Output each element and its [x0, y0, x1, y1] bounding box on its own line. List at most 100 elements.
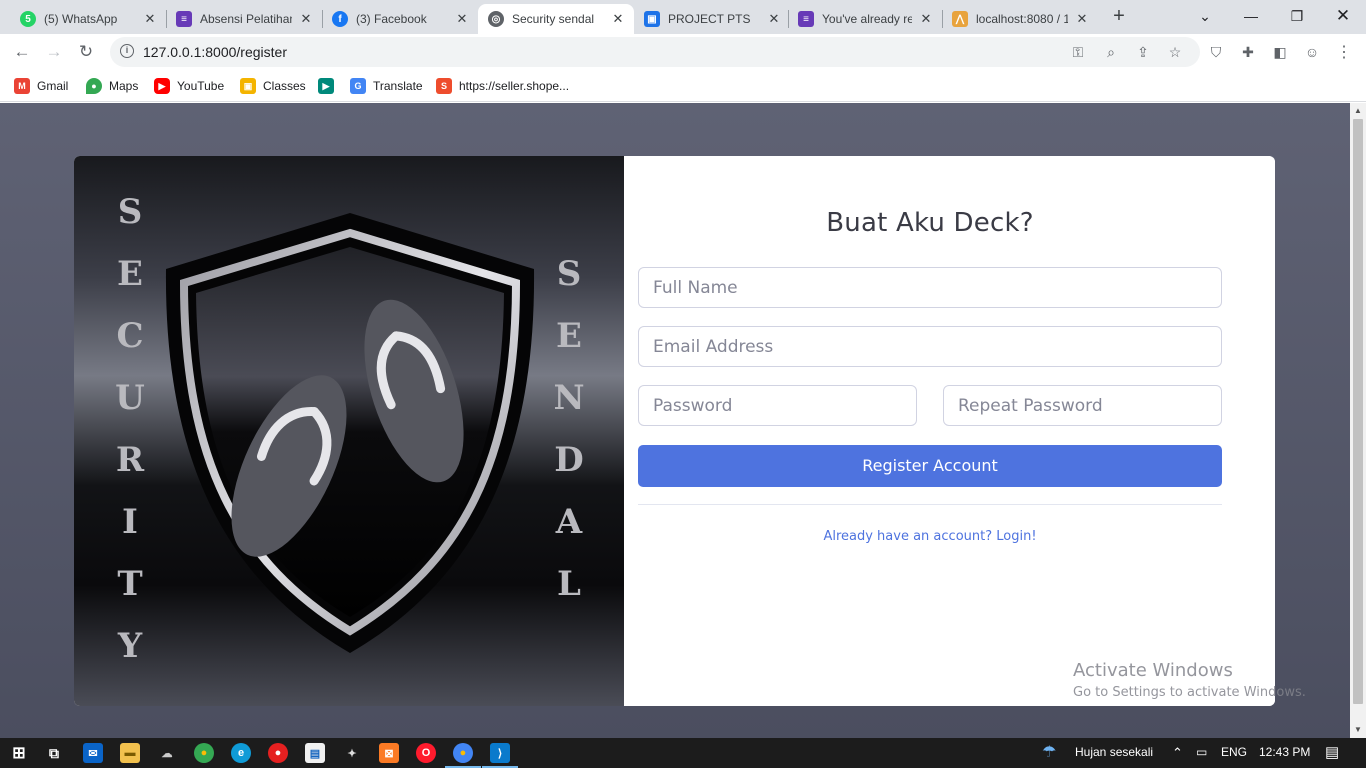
brand-letter: R: [115, 440, 145, 480]
watermark-title: Activate Windows: [1073, 660, 1233, 681]
restore-button[interactable]: ❐: [1274, 0, 1320, 32]
recorder-icon[interactable]: ●: [268, 743, 288, 763]
scroll-up-arrow-icon[interactable]: ▲: [1350, 104, 1366, 118]
facebook-icon: f: [332, 11, 348, 27]
scroll-down-arrow-icon[interactable]: ▼: [1350, 723, 1366, 737]
login-link-text[interactable]: Already have an account? Login!: [823, 529, 1036, 544]
chrome-icon[interactable]: ●: [194, 743, 214, 763]
bookmark-maps[interactable]: ● Maps: [86, 76, 138, 96]
notes-app-icon[interactable]: ▤: [305, 743, 325, 763]
weather-icon[interactable]: ☂: [1042, 742, 1056, 762]
maps-icon: ●: [86, 78, 102, 94]
bookmark-label: Classes: [263, 79, 306, 93]
vscode-icon[interactable]: ⟩: [490, 743, 510, 763]
phpmyadmin-icon: ⋀: [952, 11, 968, 27]
minimize-button[interactable]: —: [1228, 0, 1274, 32]
mail-app-icon[interactable]: ✉: [83, 743, 103, 763]
new-tab-button[interactable]: +: [1108, 6, 1130, 28]
close-icon[interactable]: ✕: [610, 11, 626, 27]
site-info-icon[interactable]: i: [120, 44, 134, 58]
tab-title: (5) WhatsApp: [44, 12, 118, 26]
register-card: S E C U R I T Y S E N D A L Buat Aku Dec…: [74, 156, 1275, 706]
forms-icon: ≡: [176, 11, 192, 27]
tab-forms-response[interactable]: ≡ You've already re ✕: [788, 4, 942, 34]
tab-search-button[interactable]: ⌄: [1182, 0, 1228, 32]
share-icon[interactable]: ⇪: [1133, 42, 1153, 62]
close-icon[interactable]: ✕: [766, 11, 782, 27]
bookmark-classes[interactable]: ▣ Classes: [240, 76, 306, 96]
app-icon[interactable]: ☁: [157, 743, 177, 763]
task-view-icon[interactable]: ⧉: [44, 743, 64, 763]
url-text[interactable]: 127.0.0.1:8000/register: [143, 44, 287, 60]
zoom-icon[interactable]: ⌕: [1101, 42, 1121, 62]
forward-button[interactable]: →: [40, 38, 68, 66]
tab-absensi[interactable]: ≡ Absensi Pelatihan ✕: [166, 4, 322, 34]
tab-project-pts[interactable]: ▣ PROJECT PTS ✕: [634, 4, 790, 34]
chevron-up-icon[interactable]: ⌃: [1172, 745, 1183, 761]
register-account-button[interactable]: Register Account: [638, 445, 1222, 487]
bookmark-translate[interactable]: G Translate: [350, 76, 423, 96]
tab-security-sendal[interactable]: ◎ Security sendal ✕: [478, 4, 634, 34]
brand-letter: E: [556, 316, 582, 356]
close-icon[interactable]: ✕: [142, 11, 158, 27]
activate-windows-watermark: Activate Windows Go to Settings to activ…: [1073, 660, 1306, 700]
brand-letter: D: [554, 440, 584, 480]
bookmark-label: https://seller.shope...: [459, 79, 570, 93]
profile-avatar-icon[interactable]: ☺: [1301, 41, 1323, 63]
side-panel-icon[interactable]: ◧: [1269, 41, 1291, 63]
scrollbar-thumb[interactable]: [1353, 119, 1363, 704]
close-icon[interactable]: ✕: [298, 11, 314, 27]
brand-letter: A: [555, 502, 583, 542]
bookmark-youtube[interactable]: ▶ YouTube: [154, 76, 224, 96]
shield-extension-icon[interactable]: ⛉: [1205, 41, 1227, 63]
password-input[interactable]: [638, 385, 917, 426]
weather-text[interactable]: Hujan sesekali: [1075, 745, 1153, 759]
reload-button[interactable]: ↻: [72, 38, 100, 66]
media-app-icon[interactable]: ✦: [342, 743, 362, 763]
register-form-panel: Buat Aku Deck? Register Account Already …: [624, 156, 1275, 706]
bookmark-shopee[interactable]: S https://seller.shope...: [436, 76, 569, 96]
tab-title: Absensi Pelatihan: [200, 12, 292, 26]
login-link[interactable]: Already have an account? Login!: [624, 529, 1236, 544]
form-divider: [638, 504, 1222, 505]
brand-letter: U: [115, 378, 145, 418]
classroom-icon: ▣: [644, 11, 660, 27]
language-indicator[interactable]: ENG: [1221, 745, 1247, 759]
classroom-icon: ▣: [240, 78, 256, 94]
extensions-icon[interactable]: ✚: [1237, 41, 1259, 63]
bookmark-label: Maps: [109, 79, 139, 93]
chrome-active-icon[interactable]: ●: [453, 743, 473, 763]
notification-icon[interactable]: ▤: [1325, 743, 1339, 761]
battery-icon[interactable]: ▭: [1196, 745, 1207, 759]
close-icon[interactable]: ✕: [454, 11, 470, 27]
brand-letter: E: [117, 254, 143, 294]
tab-facebook[interactable]: f (3) Facebook ✕: [322, 4, 478, 34]
gmail-icon: M: [14, 78, 30, 94]
full-name-input[interactable]: [638, 267, 1222, 308]
opera-icon[interactable]: O: [416, 743, 436, 763]
translate-icon: G: [350, 78, 366, 94]
key-icon[interactable]: ⚿: [1068, 42, 1088, 62]
shopee-icon: S: [436, 78, 452, 94]
tab-phpmyadmin[interactable]: ⋀ localhost:8080 / 1 ✕: [942, 4, 1098, 34]
close-window-button[interactable]: ✕: [1320, 0, 1366, 32]
shield-sandal-logo: [165, 213, 535, 653]
file-explorer-icon[interactable]: ▬: [120, 743, 140, 763]
bookmarks-bar: M Gmail ● Maps ▶ YouTube ▣ Classes ▶ G T…: [0, 70, 1366, 102]
repeat-password-input[interactable]: [943, 385, 1222, 426]
menu-icon[interactable]: ⋮: [1333, 41, 1355, 63]
clock[interactable]: 12:43 PM: [1259, 745, 1310, 759]
close-icon[interactable]: ✕: [1074, 11, 1090, 27]
page-scrollbar[interactable]: ▲ ▼: [1350, 103, 1366, 738]
xampp-icon[interactable]: ⊠: [379, 743, 399, 763]
address-bar[interactable]: i 127.0.0.1:8000/register ⚿ ⌕ ⇪ ☆: [110, 37, 1200, 67]
close-icon[interactable]: ✕: [918, 11, 934, 27]
bookmark-star-icon[interactable]: ☆: [1165, 42, 1185, 62]
windows-start-icon[interactable]: ⊞: [9, 743, 29, 763]
edge-icon[interactable]: e: [231, 743, 251, 763]
back-button[interactable]: ←: [8, 38, 36, 66]
email-input[interactable]: [638, 326, 1222, 367]
bookmark-gmail[interactable]: M Gmail: [14, 76, 68, 96]
tab-whatsapp[interactable]: 5 (5) WhatsApp ✕: [10, 4, 166, 34]
bookmark-meet[interactable]: ▶: [318, 76, 341, 96]
